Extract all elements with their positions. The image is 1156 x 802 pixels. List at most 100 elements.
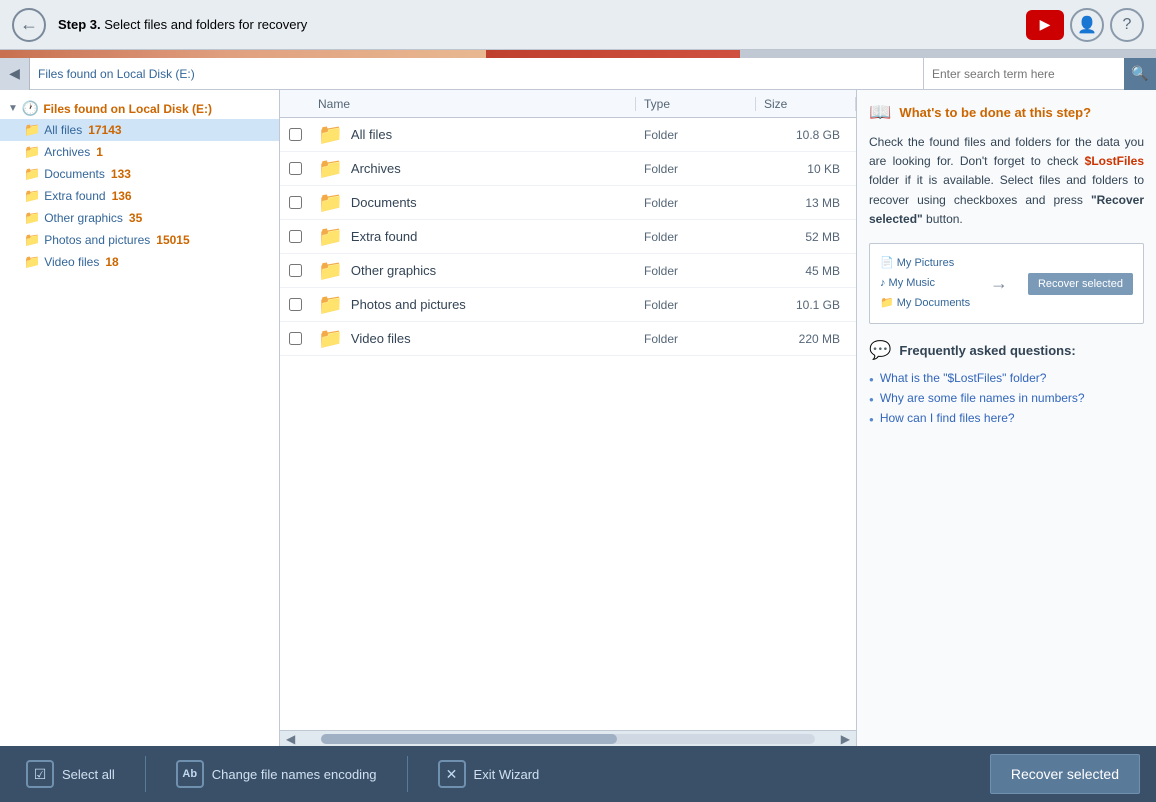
tree-item-count: 18 — [105, 255, 118, 269]
row-name: Other graphics — [351, 263, 436, 278]
back-button[interactable]: ← — [12, 8, 46, 42]
row-checkbox-cell — [280, 162, 310, 175]
help-button[interactable]: ? — [1110, 8, 1144, 42]
faq-item-1[interactable]: ● Why are some file names in numbers? — [869, 391, 1144, 405]
row-name: Video files — [351, 331, 411, 346]
tree-item-count: 1 — [96, 145, 103, 159]
demo-tree-item-3: 📁 My Documents — [880, 294, 970, 314]
divider-2 — [407, 756, 408, 792]
tree-item-count: 136 — [112, 189, 132, 203]
progress-seg-2 — [231, 50, 485, 58]
exit-wizard-button[interactable]: ✕ Exit Wizard — [428, 752, 550, 796]
row-checkbox-cell — [280, 332, 310, 345]
col-name: Name — [310, 97, 636, 111]
tree-item-label: Extra found — [44, 189, 105, 203]
table-row: 📁 All files Folder 10.8 GB — [280, 118, 856, 152]
row-name-cell: 📁 Archives — [310, 156, 636, 181]
tree-item-video-files[interactable]: 📁 Video files 18 — [0, 251, 279, 273]
row-type-cell: Folder — [636, 264, 756, 278]
left-panel-header: ▼ 🕐 Files found on Local Disk (E:) — [0, 96, 279, 119]
right-panel: 📖 What's to be done at this step? Check … — [856, 90, 1156, 746]
row-checkbox-4[interactable] — [289, 264, 302, 277]
center-panel: Name Type Size 📁 All files Folder 10.8 G… — [280, 90, 856, 746]
tree-item-count: 15015 — [156, 233, 189, 247]
file-list-header: Name Type Size — [280, 90, 856, 118]
nav-back-button[interactable]: ◀ — [0, 58, 30, 90]
row-checkbox-3[interactable] — [289, 230, 302, 243]
help-title: 📖 What's to be done at this step? — [869, 102, 1144, 123]
tree-items: 📁 All files 17143 📁 Archives 1 📁 Documen… — [0, 119, 279, 273]
hscroll-right[interactable]: ▶ — [835, 732, 856, 746]
row-checkbox-0[interactable] — [289, 128, 302, 141]
search-input[interactable] — [924, 58, 1124, 89]
demo-tree-item-1: 📄 My Pictures — [880, 254, 970, 274]
row-folder-icon: 📁 — [318, 326, 343, 351]
encoding-button[interactable]: Ab Change file names encoding — [166, 752, 387, 796]
row-size-cell: 52 MB — [756, 230, 856, 244]
tree-item-documents[interactable]: 📁 Documents 133 — [0, 163, 279, 185]
row-checkbox-6[interactable] — [289, 332, 302, 345]
exit-label: Exit Wizard — [474, 767, 540, 782]
tree-item-all-files[interactable]: 📁 All files 17143 — [0, 119, 279, 141]
disk-label[interactable]: Files found on Local Disk (E:) — [43, 102, 212, 116]
faq-bullet: ● — [869, 375, 874, 384]
select-all-label: Select all — [62, 767, 115, 782]
row-type-cell: Folder — [636, 128, 756, 142]
faq-item-text: How can I find files here? — [880, 411, 1015, 425]
faq-item-0[interactable]: ● What is the "$LostFiles" folder? — [869, 371, 1144, 385]
select-all-button[interactable]: ☑ Select all — [16, 752, 125, 796]
table-row: 📁 Archives Folder 10 KB — [280, 152, 856, 186]
file-list-body: 📁 All files Folder 10.8 GB 📁 Archives Fo… — [280, 118, 856, 730]
tree-item-archives[interactable]: 📁 Archives 1 — [0, 141, 279, 163]
progress-seg-1 — [0, 50, 231, 58]
row-checkbox-cell — [280, 230, 310, 243]
youtube-button[interactable] — [1026, 10, 1064, 40]
tree-item-count: 133 — [111, 167, 131, 181]
table-row: 📁 Photos and pictures Folder 10.1 GB — [280, 288, 856, 322]
row-checkbox-cell — [280, 128, 310, 141]
folder-icon: 📁 — [24, 188, 40, 204]
row-name: All files — [351, 127, 392, 142]
row-checkbox-5[interactable] — [289, 298, 302, 311]
tree-item-label: Photos and pictures — [44, 233, 150, 247]
table-row: 📁 Documents Folder 13 MB — [280, 186, 856, 220]
tree-item-other-graphics[interactable]: 📁 Other graphics 35 — [0, 207, 279, 229]
row-type-cell: Folder — [636, 162, 756, 176]
step-label: Step 3. Select files and folders for rec… — [58, 17, 307, 32]
table-row: 📁 Extra found Folder 52 MB — [280, 220, 856, 254]
address-input[interactable] — [30, 58, 924, 89]
faq-item-text: What is the "$LostFiles" folder? — [880, 371, 1047, 385]
row-name-cell: 📁 All files — [310, 122, 636, 147]
profile-button[interactable]: 👤 — [1070, 8, 1104, 42]
tree-item-photos-and-pictures[interactable]: 📁 Photos and pictures 15015 — [0, 229, 279, 251]
row-type-cell: Folder — [636, 230, 756, 244]
header-icons: 👤 ? — [1026, 8, 1144, 42]
row-checkbox-1[interactable] — [289, 162, 302, 175]
left-panel: ▼ 🕐 Files found on Local Disk (E:) 📁 All… — [0, 90, 280, 746]
faq-title: 💬 Frequently asked questions: — [869, 340, 1144, 361]
faq-item-2[interactable]: ● How can I find files here? — [869, 411, 1144, 425]
row-folder-icon: 📁 — [318, 122, 343, 147]
demo-arrow: → — [990, 273, 1008, 294]
row-checkbox-cell — [280, 298, 310, 311]
row-size-cell: 10.8 GB — [756, 128, 856, 142]
hscroll-left[interactable]: ◀ — [280, 732, 301, 746]
row-folder-icon: 📁 — [318, 258, 343, 283]
row-name: Photos and pictures — [351, 297, 466, 312]
faq-bullet: ● — [869, 415, 874, 424]
demo-recover-button[interactable]: Recover selected — [1028, 273, 1133, 295]
progress-seg-5 — [913, 50, 1156, 58]
row-size-cell: 220 MB — [756, 332, 856, 346]
row-name: Archives — [351, 161, 401, 176]
row-size-cell: 13 MB — [756, 196, 856, 210]
hscroll-track[interactable] — [321, 734, 815, 744]
tree-item-extra-found[interactable]: 📁 Extra found 136 — [0, 185, 279, 207]
row-checkbox-cell — [280, 196, 310, 209]
row-size-cell: 45 MB — [756, 264, 856, 278]
search-button[interactable]: 🔍 — [1124, 58, 1156, 90]
row-checkbox-2[interactable] — [289, 196, 302, 209]
recover-selected-button[interactable]: Recover selected — [990, 754, 1140, 794]
faq-title-text: Frequently asked questions: — [899, 343, 1075, 358]
collapse-arrow[interactable]: ▼ — [8, 103, 18, 114]
col-type: Type — [636, 97, 756, 111]
